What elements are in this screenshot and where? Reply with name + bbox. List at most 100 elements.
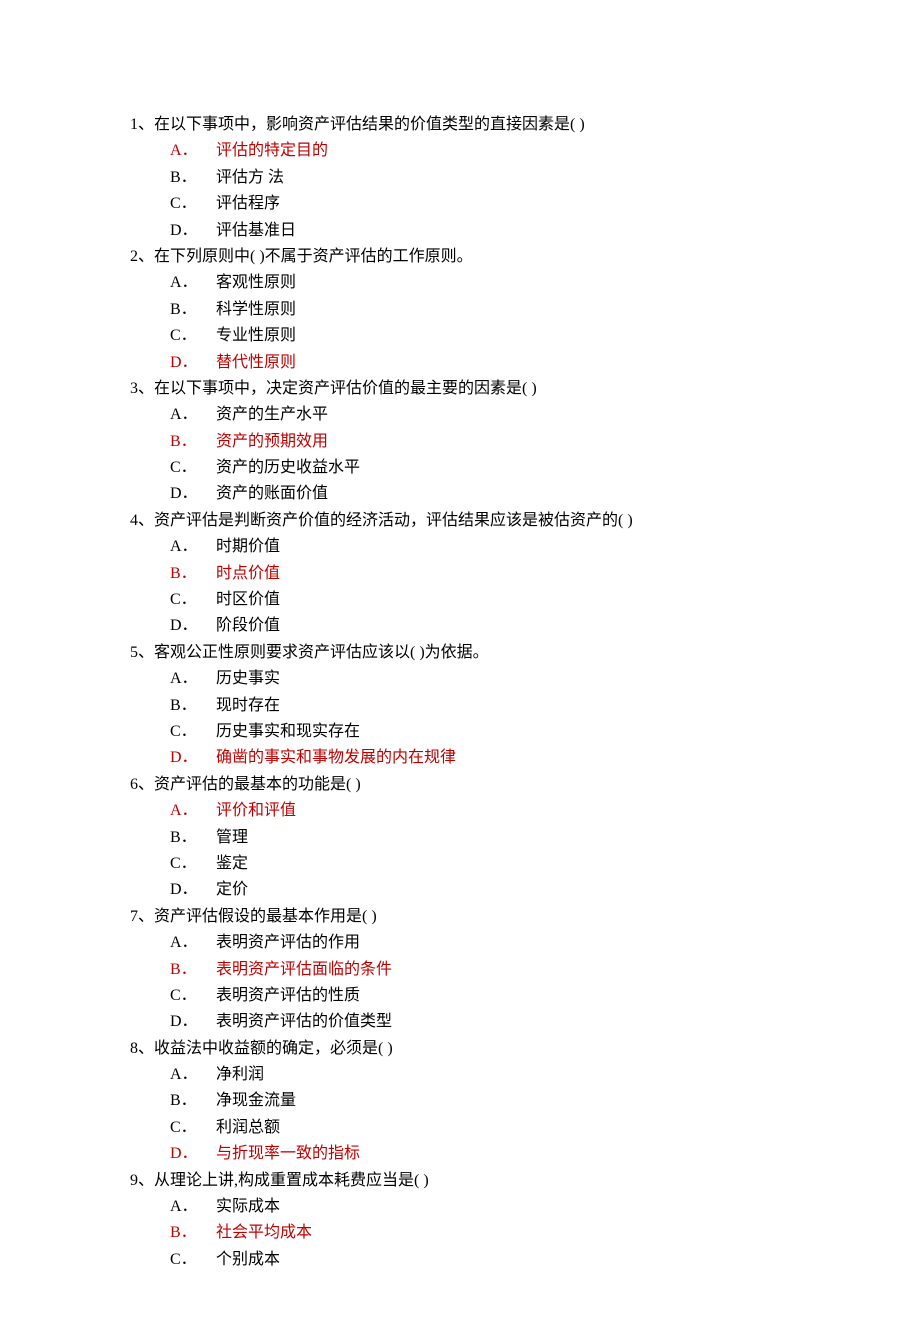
option: C．专业性原则 [170, 323, 790, 349]
question-text: 4、资产评估是判断资产价值的经济活动，评估结果应该是被估资产的( ) [130, 508, 790, 534]
option-text: 社会平均成本 [216, 1220, 312, 1246]
option-letter: A． [170, 930, 216, 956]
option: B．时点价值 [170, 561, 790, 587]
option: D．替代性原则 [170, 350, 790, 376]
option-text: 历史事实和现实存在 [216, 719, 360, 745]
option-letter: C． [170, 851, 216, 877]
option-letter: D． [170, 218, 216, 244]
option-text: 阶段价值 [216, 613, 280, 639]
option: A．客观性原则 [170, 270, 790, 296]
option: A．资产的生产水平 [170, 402, 790, 428]
option-text: 资产的生产水平 [216, 402, 328, 428]
option-text: 鉴定 [216, 851, 248, 877]
option-letter: B． [170, 165, 216, 191]
option: C．鉴定 [170, 851, 790, 877]
option: C．利润总额 [170, 1115, 790, 1141]
option-letter: D． [170, 481, 216, 507]
option-text: 现时存在 [216, 693, 280, 719]
option: B．净现金流量 [170, 1088, 790, 1114]
option-text: 确凿的事实和事物发展的内在规律 [216, 745, 456, 771]
option-text: 时期价值 [216, 534, 280, 560]
option-text: 表明资产评估的性质 [216, 983, 360, 1009]
option-text: 专业性原则 [216, 323, 296, 349]
option-list: A．评价和评值B．管理C．鉴定D．定价 [130, 798, 790, 904]
option: D．确凿的事实和事物发展的内在规律 [170, 745, 790, 771]
question: 3、在以下事项中，决定资产评估价值的最主要的因素是( )A．资产的生产水平B．资… [130, 376, 790, 508]
option: C．表明资产评估的性质 [170, 983, 790, 1009]
option-letter: C． [170, 587, 216, 613]
option-list: A．评估的特定目的B．评估方 法C．评估程序D．评估基准日 [130, 138, 790, 244]
option-letter: C． [170, 983, 216, 1009]
option-text: 时区价值 [216, 587, 280, 613]
option: B．管理 [170, 825, 790, 851]
question-text: 2、在下列原则中( )不属于资产评估的工作原则。 [130, 244, 790, 270]
question-text: 7、资产评估假设的最基本作用是( ) [130, 904, 790, 930]
option: A．时期价值 [170, 534, 790, 560]
option-letter: B． [170, 1088, 216, 1114]
option-letter: B． [170, 693, 216, 719]
option-text: 与折现率一致的指标 [216, 1141, 360, 1167]
option-letter: B． [170, 825, 216, 851]
option-letter: D． [170, 1141, 216, 1167]
question: 5、客观公正性原则要求资产评估应该以( )为依据。A．历史事实B．现时存在C．历… [130, 640, 790, 772]
option-text: 表明资产评估面临的条件 [216, 957, 392, 983]
option-text: 表明资产评估的价值类型 [216, 1009, 392, 1035]
option-text: 资产的预期效用 [216, 429, 328, 455]
option-list: A．时期价值B．时点价值C．时区价值D．阶段价值 [130, 534, 790, 640]
question: 4、资产评估是判断资产价值的经济活动，评估结果应该是被估资产的( )A．时期价值… [130, 508, 790, 640]
question-text: 3、在以下事项中，决定资产评估价值的最主要的因素是( ) [130, 376, 790, 402]
option-text: 评估的特定目的 [216, 138, 328, 164]
option-letter: A． [170, 534, 216, 560]
option-list: A．客观性原则B．科学性原则C．专业性原则D．替代性原则 [130, 270, 790, 376]
option: B．表明资产评估面临的条件 [170, 957, 790, 983]
option-text: 客观性原则 [216, 270, 296, 296]
option-letter: B． [170, 561, 216, 587]
option-text: 时点价值 [216, 561, 280, 587]
option-text: 管理 [216, 825, 248, 851]
option-text: 评估基准日 [216, 218, 296, 244]
question-text: 9、从理论上讲,构成重置成本耗费应当是( ) [130, 1168, 790, 1194]
option: B．社会平均成本 [170, 1220, 790, 1246]
option-letter: A． [170, 138, 216, 164]
option: D．定价 [170, 877, 790, 903]
question: 2、在下列原则中( )不属于资产评估的工作原则。A．客观性原则B．科学性原则C．… [130, 244, 790, 376]
option: C．资产的历史收益水平 [170, 455, 790, 481]
option: C．评估程序 [170, 191, 790, 217]
option: A．评价和评值 [170, 798, 790, 824]
option-letter: C． [170, 1115, 216, 1141]
option: D．阶段价值 [170, 613, 790, 639]
option-letter: A． [170, 1062, 216, 1088]
option-letter: C． [170, 719, 216, 745]
option-letter: D． [170, 1009, 216, 1035]
option: D．与折现率一致的指标 [170, 1141, 790, 1167]
option-letter: C． [170, 323, 216, 349]
option: C．个别成本 [170, 1247, 790, 1273]
option: B．资产的预期效用 [170, 429, 790, 455]
option: B．评估方 法 [170, 165, 790, 191]
question: 7、资产评估假设的最基本作用是( )A．表明资产评估的作用B．表明资产评估面临的… [130, 904, 790, 1036]
option-list: A．实际成本B．社会平均成本C．个别成本 [130, 1194, 790, 1273]
option-letter: B． [170, 957, 216, 983]
option-text: 利润总额 [216, 1115, 280, 1141]
option-text: 评估方 法 [216, 165, 284, 191]
option-list: A．净利润B．净现金流量C．利润总额D．与折现率一致的指标 [130, 1062, 790, 1168]
option-letter: A． [170, 270, 216, 296]
option: C．时区价值 [170, 587, 790, 613]
option-letter: A． [170, 1194, 216, 1220]
option-text: 资产的历史收益水平 [216, 455, 360, 481]
option-letter: C． [170, 455, 216, 481]
question-text: 5、客观公正性原则要求资产评估应该以( )为依据。 [130, 640, 790, 666]
option-letter: D． [170, 877, 216, 903]
option: A．表明资产评估的作用 [170, 930, 790, 956]
option-letter: D． [170, 613, 216, 639]
question-text: 6、资产评估的最基本的功能是( ) [130, 772, 790, 798]
question: 1、在以下事项中，影响资产评估结果的价值类型的直接因素是( )A．评估的特定目的… [130, 112, 790, 244]
option-letter: A． [170, 402, 216, 428]
option: A．历史事实 [170, 666, 790, 692]
option-letter: B． [170, 297, 216, 323]
option: A．实际成本 [170, 1194, 790, 1220]
option: A．评估的特定目的 [170, 138, 790, 164]
option-letter: D． [170, 745, 216, 771]
option-letter: A． [170, 666, 216, 692]
option-text: 评估程序 [216, 191, 280, 217]
